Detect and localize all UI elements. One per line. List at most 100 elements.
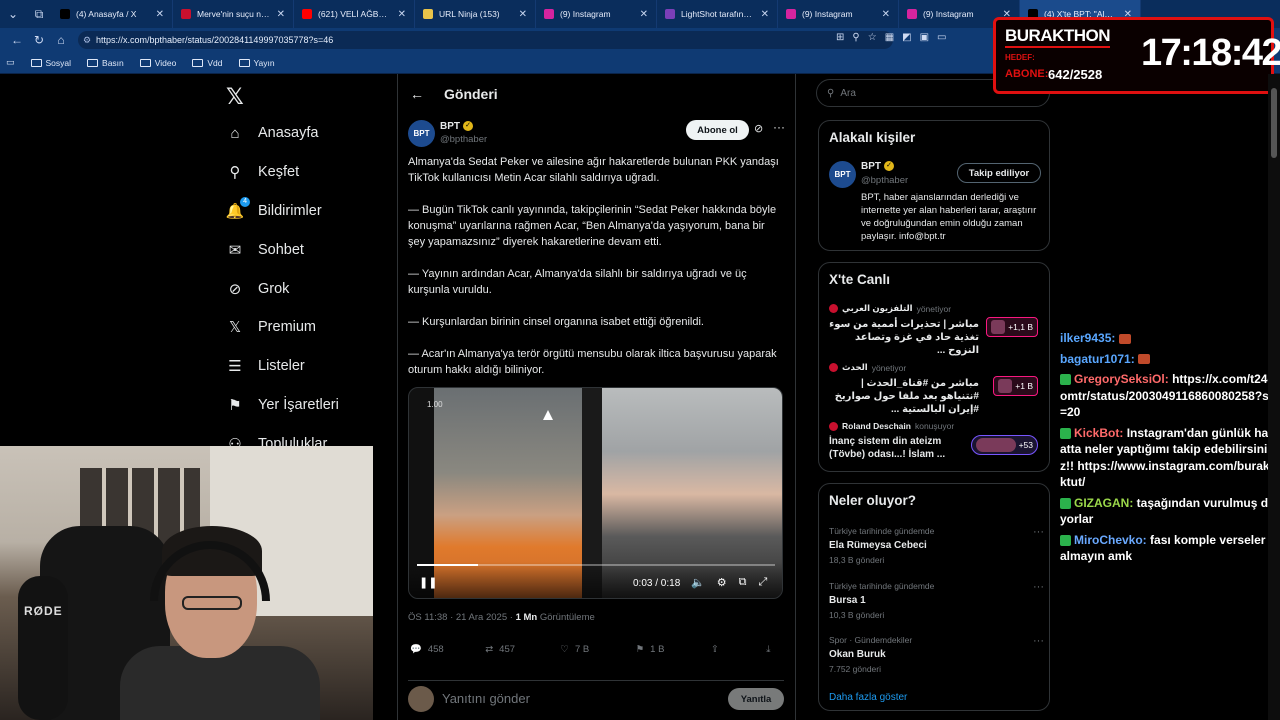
bookmark-folder[interactable]: Yayın: [238, 58, 275, 68]
download-action[interactable]: ⤓: [766, 644, 786, 655]
author-name[interactable]: BPT ✓: [440, 121, 473, 132]
tab-actions-icon[interactable]: ⧉: [26, 4, 52, 24]
reply-input[interactable]: Yanıtını gönder: [442, 691, 530, 706]
nav-item[interactable]: ☰ Listeler: [226, 357, 304, 375]
author-avatar[interactable]: BPT: [408, 120, 435, 147]
nav-item[interactable]: ⌂ Anasayfa: [226, 124, 318, 142]
trend-name: Okan Buruk: [829, 649, 886, 660]
share-action[interactable]: ⇪: [711, 644, 766, 655]
nav-item[interactable]: ✉ Sohbet: [226, 241, 304, 259]
nav-label: Premium: [258, 319, 317, 335]
more-options-icon[interactable]: ···: [1033, 581, 1044, 593]
host-role: konuşuyor: [914, 421, 955, 431]
extension-icon[interactable]: ◩: [902, 32, 911, 43]
browser-tab[interactable]: (9) Instagram ✕: [778, 0, 899, 28]
more-options-icon[interactable]: ···: [773, 120, 785, 134]
close-tab-icon[interactable]: ✕: [156, 9, 164, 20]
grok-explain-icon[interactable]: ⊘: [754, 122, 763, 135]
nav-item[interactable]: ⊘ Grok: [226, 280, 290, 298]
close-tab-icon[interactable]: ✕: [761, 9, 769, 20]
page-scrollbar[interactable]: [1268, 74, 1280, 720]
nav-item[interactable]: 𝕏 Premium: [226, 318, 316, 336]
show-more-link[interactable]: Daha fazla göster: [829, 692, 907, 703]
microphone: [18, 576, 68, 720]
related-name[interactable]: BPT ✓: [861, 161, 894, 172]
trend-item[interactable]: Türkiye tarihinde gündemde Ela Rümeysa Ce…: [829, 526, 1044, 565]
reply-icon: 💬: [410, 644, 422, 655]
video-progress-bar[interactable]: [417, 564, 775, 566]
live-item[interactable]: التلفزيون العربي yönetiyor مباشر | تحذيرات…: [829, 303, 1044, 357]
badge-icon: [1060, 374, 1071, 386]
url-field[interactable]: ⚙ https://x.com/bpthaber/status/20028411…: [78, 31, 893, 49]
bookmark-folder[interactable]: Sosyal: [30, 58, 71, 68]
close-tab-icon[interactable]: ✕: [398, 9, 406, 20]
close-tab-icon[interactable]: ✕: [519, 9, 527, 20]
browser-tab[interactable]: URL Ninja (153) ✕: [415, 0, 536, 28]
related-avatar[interactable]: BPT: [829, 161, 856, 188]
bookmark-folder[interactable]: Vdd: [192, 58, 223, 68]
bookmark-action[interactable]: ⚑ 1 B: [636, 644, 711, 655]
close-tab-icon[interactable]: ✕: [277, 9, 285, 20]
live-item[interactable]: Roland Deschain konuşuyor İnanç sistem din…: [829, 421, 1044, 461]
reply-action[interactable]: 💬 458: [410, 644, 485, 655]
pip-icon[interactable]: ⧉: [739, 576, 747, 589]
favorite-star-icon[interactable]: ☆: [868, 32, 877, 43]
video-controls: ❚❚ 0:03 / 0:18 🔈 ⚙ ⧉ ⤢: [409, 562, 782, 598]
chat-message: GIZAGAN: taşağından vurulmuş diyorlar: [1060, 495, 1275, 528]
translate-icon[interactable]: ⊞: [836, 32, 844, 43]
volume-icon[interactable]: 🔈: [691, 576, 705, 589]
bookmark-folder[interactable]: Video: [139, 58, 176, 68]
close-tab-icon[interactable]: ✕: [882, 9, 890, 20]
browser-tab[interactable]: (621) VELİ AĞBABA - 20 ✕: [294, 0, 415, 28]
trend-item[interactable]: Spor · Gündemdekiler Okan Buruk 7.752 gönd…: [829, 635, 1044, 674]
extension-icon[interactable]: ▣: [920, 32, 929, 43]
home-browser-icon[interactable]: ⌂: [50, 30, 72, 50]
zoom-icon[interactable]: ⚲: [852, 32, 859, 43]
bookmark-label: Basın: [102, 57, 124, 68]
scrollbar-thumb[interactable]: [1271, 88, 1277, 158]
nav-glyph: ⌂: [230, 124, 240, 142]
nav-item[interactable]: ⚑ Yer İşaretleri: [226, 396, 339, 414]
chat-message: MiroChevko: fası komple verseler almayın…: [1060, 532, 1275, 565]
site-info-icon[interactable]: ⚙: [83, 35, 91, 46]
x-logo-icon[interactable]: 𝕏: [226, 84, 248, 109]
author-handle[interactable]: @bpthaber: [440, 134, 487, 145]
tab-favicon-icon: [181, 9, 191, 19]
reload-icon[interactable]: ↻: [28, 30, 50, 50]
follow-button[interactable]: Abone ol: [686, 120, 749, 140]
more-options-icon[interactable]: ···: [1033, 635, 1044, 647]
browser-tab[interactable]: (4) Anasayfa / X ✕: [52, 0, 173, 28]
webcam-feed: RØDE: [0, 446, 373, 720]
user-avatar[interactable]: [408, 686, 434, 712]
nav-item[interactable]: 🔔 4 Bildirimler: [226, 197, 322, 220]
back-icon[interactable]: ←: [6, 30, 28, 50]
live-item[interactable]: الحدث yönetiyor مباشر من #قناة_الحدث | #نت…: [829, 362, 1044, 416]
like-action[interactable]: ♡ 7 B: [560, 644, 635, 655]
more-options-icon[interactable]: ···: [1033, 526, 1044, 538]
following-button[interactable]: Takip ediliyor: [957, 163, 1041, 183]
chat-message: GregorySeksiOl: https://x.com/t24comtr/s…: [1060, 371, 1275, 421]
pause-icon[interactable]: ❚❚: [419, 576, 437, 589]
browser-toolbar-icons: ⊞ ⚲ ☆ ▦ ◩ ▣ ▭: [836, 32, 947, 43]
settings-gear-icon[interactable]: ⚙: [717, 576, 727, 589]
back-arrow-icon[interactable]: ←: [410, 86, 424, 102]
bookmark-folder[interactable]: Basın: [87, 58, 124, 68]
post-video[interactable]: 1.00 ❚❚ 0:03 / 0:18 🔈 ⚙ ⧉ ⤢: [408, 387, 783, 599]
reply-button[interactable]: Yanıtla: [728, 688, 784, 710]
related-handle[interactable]: @bpthaber: [861, 175, 908, 186]
post-timestamp[interactable]: ÖS 11:38 · 21 Ara 2025 ·: [408, 612, 516, 623]
tab-menu-icon[interactable]: ⌄: [0, 4, 26, 24]
close-tab-icon[interactable]: ✕: [640, 9, 648, 20]
bookmarks-menu-icon[interactable]: ▭: [6, 57, 15, 68]
extension-icon[interactable]: ▦: [885, 32, 894, 43]
glasses: [182, 596, 242, 610]
repost-action[interactable]: ⇄ 457: [485, 644, 560, 655]
fullscreen-icon[interactable]: ⤢: [758, 576, 767, 589]
browser-tab[interactable]: LightShot tarafından Ek ✕: [657, 0, 778, 28]
trend-item[interactable]: Türkiye tarihinde gündemde Bursa 1 10,3 B …: [829, 581, 1044, 620]
nav-item[interactable]: ⚲ Keşfet: [226, 163, 300, 181]
browser-tab[interactable]: Merve'nin suçu ne | Ne ✕: [173, 0, 294, 28]
browser-tab[interactable]: (9) Instagram ✕: [536, 0, 657, 28]
extension-icon[interactable]: ▭: [937, 32, 946, 43]
trend-name: Bursa 1: [829, 595, 866, 606]
